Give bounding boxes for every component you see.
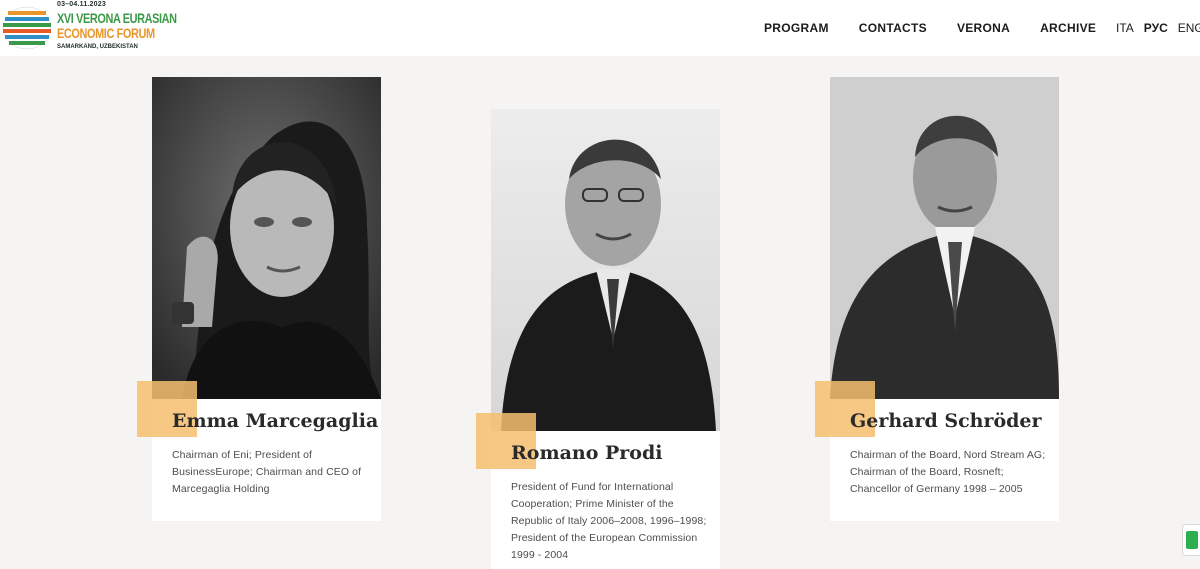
- accessibility-widget-button[interactable]: [1182, 524, 1200, 556]
- globe-logo-icon: [2, 6, 52, 50]
- speaker-photo: [830, 77, 1059, 399]
- forum-title-line2: ECONOMIC FORUM: [57, 25, 155, 41]
- speaker-name: Gerhard Schröder: [850, 410, 1042, 432]
- site-header: 03–04.11.2023 XVI VERONA EURASIAN ECONOM…: [0, 0, 1200, 56]
- speaker-description: Chairman of Eni; President of BusinessEu…: [172, 449, 362, 495]
- lang-eng[interactable]: ENG: [1178, 21, 1200, 35]
- speaker-card: Gerhard Schröder Chairman of the Board, …: [815, 77, 1059, 521]
- nav-contacts[interactable]: CONTACTS: [859, 21, 927, 35]
- speaker-photo: [491, 109, 720, 431]
- forum-location: SAMARKAND, UZBEKISTAN: [57, 44, 138, 50]
- lang-rus[interactable]: РУС: [1144, 21, 1168, 35]
- nav-program[interactable]: PROGRAM: [764, 21, 829, 35]
- nav-verona[interactable]: VERONA: [957, 21, 1010, 35]
- speaker-card: Romano Prodi President of Fund for Inter…: [476, 109, 720, 569]
- language-switcher: ITA РУС ENG: [1116, 21, 1200, 35]
- accessibility-icon: [1186, 531, 1198, 549]
- speaker-name: Emma Marcegaglia: [172, 410, 379, 432]
- lang-ita[interactable]: ITA: [1116, 21, 1134, 35]
- speaker-description: President of Fund for International Coop…: [511, 481, 707, 561]
- speaker-photo: [152, 77, 381, 399]
- forum-date: 03–04.11.2023: [57, 1, 106, 8]
- nav-archive[interactable]: ARCHIVE: [1040, 21, 1096, 35]
- forum-logo[interactable]: 03–04.11.2023 XVI VERONA EURASIAN ECONOM…: [2, 0, 177, 56]
- main-nav: PROGRAM CONTACTS VERONA ARCHIVE: [764, 21, 1126, 35]
- speaker-description: Chairman of the Board, Nord Stream AG; C…: [850, 449, 1046, 495]
- speaker-name: Romano Prodi: [511, 442, 663, 464]
- forum-title-line1: XVI VERONA EURASIAN: [57, 10, 177, 26]
- speaker-card: Emma Marcegaglia Chairman of Eni; Presid…: [137, 77, 381, 521]
